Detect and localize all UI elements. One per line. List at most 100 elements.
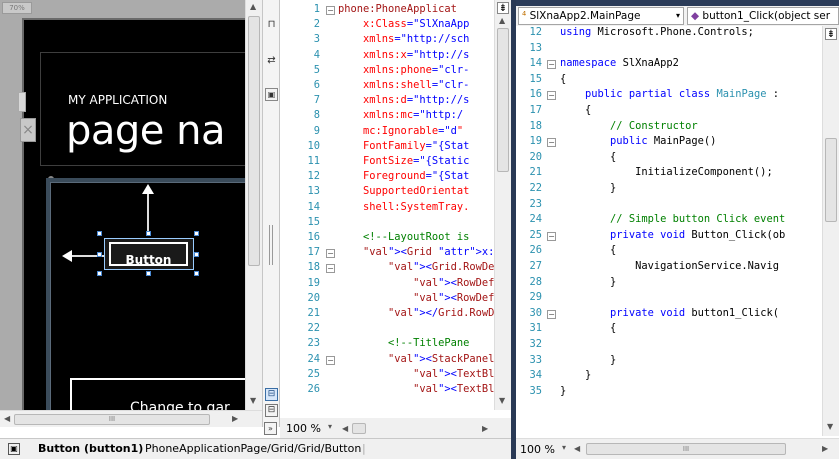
scroll-thumb[interactable] <box>248 16 260 266</box>
close-icon[interactable]: × <box>20 118 36 142</box>
selected-element-name[interactable]: Button (button1) <box>38 439 143 459</box>
member-dropdown[interactable]: ◆ button1_Click(object ser <box>687 7 839 25</box>
line-number: 22 <box>307 322 320 335</box>
element-icon: ▣ <box>8 443 20 455</box>
resize-grip[interactable] <box>18 92 26 112</box>
xaml-line: FontSize="{Static <box>338 155 470 167</box>
line-number: 13 <box>307 185 320 198</box>
chevron-down-icon: ▾ <box>675 11 680 20</box>
line-number: 30 <box>529 306 542 319</box>
xaml-line: xmlns:phone="clr- <box>338 63 470 76</box>
vertical-split-icon[interactable]: ⊟ <box>265 388 278 401</box>
scroll-thumb[interactable]: III <box>14 414 210 425</box>
scroll-thumb[interactable] <box>352 423 366 434</box>
xaml-line: SupportedOrientat <box>338 185 470 198</box>
resize-handle[interactable] <box>194 271 199 276</box>
xaml-line: "val"><RowDefir <box>413 291 507 304</box>
design-button[interactable]: Button <box>109 242 188 266</box>
line-number: 7 <box>313 94 320 107</box>
scroll-left-icon[interactable]: ◀ <box>342 424 348 433</box>
code-editor[interactable]: ⁴ SlXnaApp2.MainPage ▾ ◆ button1_Click(o… <box>516 0 839 459</box>
code-line: } <box>560 369 592 382</box>
split-handle-icon[interactable]: ⇟ <box>825 28 837 40</box>
scroll-right-icon[interactable]: ▶ <box>822 444 828 453</box>
xaml-vertical-scrollbar[interactable]: ⇟ ▲ ▼ <box>494 0 511 410</box>
resize-handle[interactable] <box>146 231 151 236</box>
scroll-right-icon[interactable]: ▶ <box>482 424 488 433</box>
collapse-toggle-icon[interactable]: − <box>547 60 556 70</box>
collapse-toggle-icon[interactable]: − <box>326 6 335 15</box>
split-handle-icon[interactable]: ⇟ <box>497 2 509 14</box>
scroll-left-icon[interactable]: ◀ <box>4 414 10 423</box>
line-number: 3 <box>313 33 320 46</box>
scroll-up-icon[interactable]: ▲ <box>250 2 256 11</box>
element-path-breadcrumb[interactable]: PhoneApplicationPage/Grid/Grid/Button <box>145 439 361 459</box>
collapse-toggle-icon[interactable]: − <box>547 138 556 148</box>
collapse-toggle-icon[interactable]: − <box>547 309 556 319</box>
xaml-line: phone:PhoneApplicat <box>338 3 457 15</box>
code-line: { <box>560 72 567 85</box>
xaml-line: xmlns:d="http://s <box>338 94 470 107</box>
line-number: 35 <box>529 384 542 397</box>
page-title[interactable]: page na <box>66 108 225 154</box>
designer-horizontal-scrollbar[interactable]: ◀ III ▶ <box>0 410 262 427</box>
line-number: 21 <box>307 307 320 319</box>
swap-panes-icon[interactable]: ⇄ <box>265 54 278 67</box>
code-vertical-scrollbar[interactable]: ⇟ ▼ <box>822 26 839 436</box>
resize-handle[interactable] <box>194 252 199 257</box>
expand-pane-icon[interactable]: » <box>264 422 277 435</box>
code-line: // Constructor <box>560 119 698 132</box>
line-number: 17 <box>307 246 320 259</box>
code-line: } <box>560 384 567 397</box>
collapse-toggle-icon[interactable]: − <box>547 231 556 241</box>
line-number: 17 <box>529 104 542 116</box>
splitter-grip[interactable] <box>269 225 273 265</box>
scroll-down-icon[interactable]: ▼ <box>827 422 833 431</box>
scroll-thumb[interactable]: III <box>586 443 786 455</box>
xaml-editor[interactable]: 1− phone:PhoneApplicat 2 x:Class="SlXnaApp… <box>280 0 511 427</box>
xaml-line: mc:Ignorable="d" <box>338 124 464 137</box>
scroll-down-icon[interactable]: ▼ <box>250 396 256 405</box>
scroll-thumb[interactable] <box>825 138 837 222</box>
zoom-dropdown-icon[interactable]: ▾ <box>328 422 332 431</box>
xaml-line: "val"><StackPanel x <box>388 352 507 365</box>
collapse-toggle-icon[interactable]: − <box>326 249 335 259</box>
scroll-thumb[interactable] <box>497 28 509 172</box>
resize-handle[interactable] <box>97 231 102 236</box>
code-line: } <box>560 275 617 288</box>
scroll-right-icon[interactable]: ▶ <box>232 414 238 423</box>
code-line: public partial class MainPage : <box>585 88 780 101</box>
collapse-pane-icon[interactable]: ▣ <box>265 88 278 101</box>
resize-handle[interactable] <box>97 252 102 257</box>
collapse-toggle-icon[interactable]: − <box>547 91 556 101</box>
resize-handle[interactable] <box>194 231 199 236</box>
zoom-dropdown-icon[interactable]: ▾ <box>562 443 566 452</box>
code-line: { <box>560 104 592 116</box>
line-number: 28 <box>529 275 542 288</box>
class-dropdown[interactable]: ⁴ SlXnaApp2.MainPage ▾ <box>518 7 684 25</box>
pin-icon[interactable]: ⊓ <box>265 18 278 31</box>
zoom-badge[interactable]: 70% <box>2 2 32 14</box>
collapse-toggle-icon[interactable]: − <box>326 264 335 274</box>
xaml-zoom-combo[interactable]: 100 % <box>286 422 321 435</box>
designer-surface[interactable]: 70% × MY APPLICATION page na Button Chan… <box>0 0 262 427</box>
line-number: 21 <box>529 166 542 179</box>
collapse-toggle-icon[interactable]: − <box>326 355 335 365</box>
designer-vertical-scrollbar[interactable]: ▲ ▼ <box>245 0 262 410</box>
code-bottom-bar: 100 % ▾ ◀ III ▶ <box>516 438 839 459</box>
line-number: 16 <box>529 88 542 101</box>
scroll-left-icon[interactable]: ◀ <box>574 444 580 453</box>
scroll-down-icon[interactable]: ▼ <box>499 396 505 405</box>
code-line: private void button1_Click( <box>610 306 779 319</box>
line-number: 29 <box>529 291 542 304</box>
code-zoom-combo[interactable]: 100 % <box>520 443 555 456</box>
application-title[interactable]: MY APPLICATION <box>68 93 167 107</box>
horizontal-split-icon[interactable]: ⊟ <box>265 404 278 417</box>
member-dropdown-label: button1_Click(object ser <box>702 10 831 22</box>
scroll-up-icon[interactable]: ▲ <box>499 16 505 25</box>
status-bar: ▣ Button (button1) PhoneApplicationPage/… <box>0 438 511 459</box>
resize-handle[interactable] <box>146 271 151 276</box>
class-icon: ⁴ <box>522 10 527 22</box>
resize-handle[interactable] <box>97 271 102 276</box>
xaml-line: "val"><Grid.RowDefi <box>388 261 507 274</box>
